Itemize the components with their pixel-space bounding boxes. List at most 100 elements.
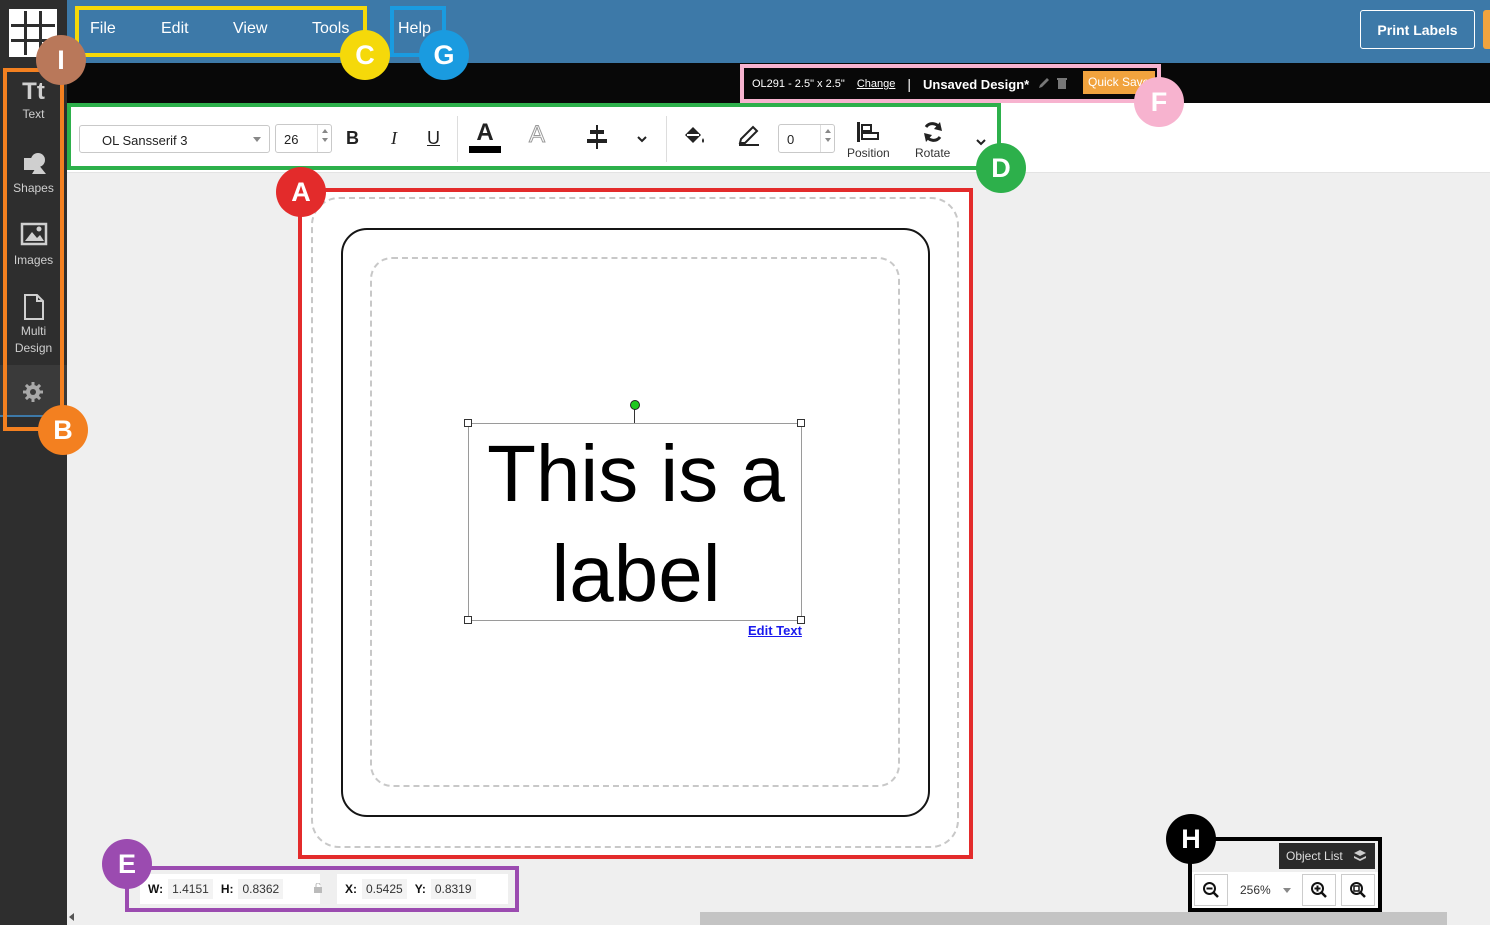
label-text[interactable]: This is a label: [469, 424, 803, 622]
design-name: Unsaved Design*: [923, 76, 1030, 92]
images-icon: [0, 222, 67, 252]
zoom-out-icon: [1203, 882, 1219, 898]
sidebar-item-multi-design[interactable]: Multi Design: [0, 293, 67, 357]
y-label: Y:: [414, 882, 426, 896]
annotation-badge-h: H: [1166, 814, 1216, 864]
orange-button-edge[interactable]: [1483, 10, 1490, 49]
rotate-icon: [924, 122, 942, 142]
separator: |: [907, 76, 911, 92]
trash-icon[interactable]: [1056, 76, 1068, 93]
position-button[interactable]: [855, 121, 881, 148]
annotation-badge-e: E: [102, 839, 152, 889]
align-center-icon: [587, 125, 607, 149]
gear-icon: [22, 381, 44, 408]
chevron-down-icon: [637, 136, 647, 143]
sidebar-item-label: Text: [22, 107, 45, 121]
design-info: OL291 - 2.5" x 2.5" Change | Unsaved Des…: [752, 75, 1068, 93]
menu-view[interactable]: View: [233, 20, 267, 38]
edit-text-link[interactable]: Edit Text: [748, 623, 802, 638]
color-swatch: [469, 146, 501, 153]
menu-file[interactable]: File: [90, 20, 116, 38]
bold-button[interactable]: B: [346, 128, 359, 149]
label-text-line-2: label: [551, 529, 721, 618]
shapes-icon: [0, 150, 67, 180]
change-size-link[interactable]: Change: [857, 78, 896, 90]
pencil-icon[interactable]: [1037, 76, 1051, 93]
label-text-line-1: This is a: [487, 429, 785, 518]
sidebar-item-images[interactable]: Images: [0, 222, 67, 269]
height-input[interactable]: 0.8362: [238, 879, 284, 899]
border-width-stepper[interactable]: 0: [778, 124, 835, 153]
zoom-level-select[interactable]: 256%: [1231, 876, 1297, 904]
resize-handle-top-right[interactable]: [797, 419, 805, 427]
y-input[interactable]: 0.8319: [430, 879, 476, 899]
scroll-left-icon[interactable]: [69, 913, 74, 921]
fill-color-button[interactable]: [681, 124, 709, 153]
width-label: W:: [148, 882, 164, 896]
height-label: H:: [220, 882, 234, 896]
sidebar-item-label: Design: [14, 341, 53, 355]
position-label: Position: [847, 146, 890, 160]
text-outline-button[interactable]: A: [528, 121, 545, 149]
horizontal-scrollbar[interactable]: [700, 912, 1447, 925]
rotation-stem: [634, 409, 635, 423]
font-size-stepper[interactable]: 26: [275, 124, 332, 153]
text-color-button[interactable]: A: [469, 120, 501, 153]
paint-bucket-icon: [685, 127, 704, 143]
border-color-button[interactable]: [737, 124, 761, 151]
chevron-down-icon: [1283, 888, 1291, 893]
position-panel: X: 0.5425 Y: 0.8319: [337, 874, 508, 904]
annotation-badge-c: C: [340, 30, 390, 80]
multi-design-icon: [0, 293, 67, 323]
width-input[interactable]: 1.4151: [168, 879, 213, 899]
layers-icon: [1353, 849, 1367, 866]
label-size: OL291 - 2.5" x 2.5": [752, 78, 845, 90]
menu-tools[interactable]: Tools: [312, 20, 349, 38]
top-bar: [0, 0, 1490, 63]
x-input[interactable]: 0.5425: [362, 879, 407, 899]
annotation-badge-b: B: [38, 405, 88, 455]
zoom-fit-button[interactable]: [1341, 874, 1375, 906]
stepper-arrows-icon[interactable]: [820, 125, 834, 152]
rotate-button[interactable]: [921, 121, 945, 148]
rotation-handle[interactable]: [630, 400, 640, 410]
zoom-out-button[interactable]: [1194, 874, 1228, 906]
font-family-value: OL Sansserif 3: [102, 133, 188, 148]
annotation-badge-f: F: [1134, 77, 1184, 127]
app-window: File Edit View Tools Help Print Labels O…: [0, 0, 1490, 925]
menu-help[interactable]: Help: [398, 20, 431, 38]
x-label: X:: [345, 882, 357, 896]
sidebar-item-shapes[interactable]: Shapes: [0, 150, 67, 197]
selected-text-object[interactable]: This is a label: [468, 423, 802, 621]
annotation-badge-a: A: [276, 167, 326, 217]
chevron-down-icon: [976, 139, 986, 146]
font-size-value: 26: [284, 132, 299, 147]
object-list-label: Object List: [1286, 849, 1343, 863]
pencil-icon: [738, 125, 759, 146]
toolbar-divider: [666, 116, 667, 162]
toolbar-divider: [457, 116, 458, 162]
rotate-label: Rotate: [915, 146, 951, 160]
lock-icon[interactable]: [313, 882, 323, 896]
menu-edit[interactable]: Edit: [161, 20, 189, 38]
zoom-in-button[interactable]: [1302, 874, 1336, 906]
object-list-button[interactable]: Object List: [1279, 843, 1375, 869]
resize-handle-top-left[interactable]: [464, 419, 472, 427]
sidebar-item-label: Shapes: [13, 181, 54, 195]
annotation-badge-i: I: [36, 35, 86, 85]
stepper-arrows-icon[interactable]: [317, 125, 331, 152]
resize-handle-bottom-left[interactable]: [464, 616, 472, 624]
zoom-in-icon: [1311, 882, 1327, 898]
more-text-options-button[interactable]: [636, 131, 648, 149]
chevron-down-icon: [253, 137, 261, 142]
italic-button[interactable]: I: [391, 128, 397, 149]
position-icon: [857, 122, 879, 142]
sidebar-item-label: Images: [13, 253, 54, 267]
border-width-value: 0: [787, 132, 795, 147]
text-color-icon: A: [476, 119, 494, 146]
font-family-select[interactable]: OL Sansserif 3: [79, 125, 270, 153]
align-center-button[interactable]: [585, 125, 609, 154]
annotation-badge-d: D: [976, 143, 1026, 193]
underline-button[interactable]: U: [427, 128, 440, 149]
print-labels-button[interactable]: Print Labels: [1360, 10, 1475, 49]
